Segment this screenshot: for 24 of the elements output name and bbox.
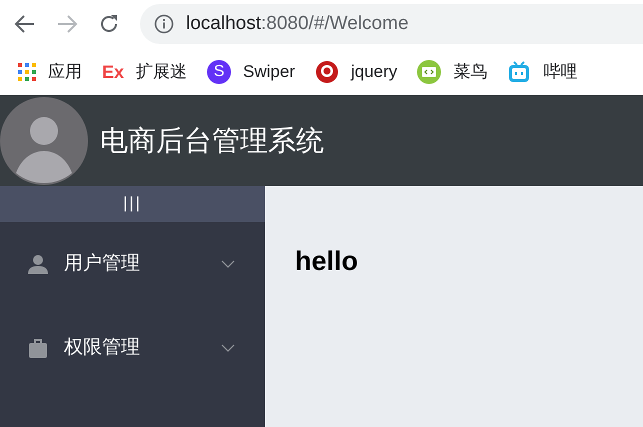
menu-item[interactable]: 用户管理 <box>0 222 265 306</box>
ring-logo-icon <box>315 60 339 84</box>
address-bar[interactable]: localhost:8080/#/Welcome <box>140 4 643 44</box>
info-icon <box>154 14 174 34</box>
logo-icon: Ex <box>102 62 124 80</box>
page-heading: hello <box>295 248 360 275</box>
logo-icon: S <box>207 60 232 84</box>
reload-icon[interactable] <box>98 13 120 35</box>
bookmark-item[interactable]: S Swiper <box>207 56 295 86</box>
menu-item[interactable]: 权限管理 <box>0 306 265 390</box>
back-icon[interactable] <box>14 13 36 35</box>
bag-icon <box>29 338 47 358</box>
tv-logo-icon <box>507 60 532 84</box>
bookmark-item[interactable]: Ex 扩展迷 <box>102 56 188 86</box>
apps-grid-icon <box>18 62 36 80</box>
bookmark-item[interactable]: jquery <box>315 56 398 86</box>
collapse-toggle[interactable]: ||| <box>0 186 265 222</box>
url-text: localhost:8080/#/Welcome <box>186 12 409 36</box>
app-title: 电商后台管理系统 <box>100 124 324 158</box>
bookmark-item[interactable]: 哔哩 <box>507 56 578 86</box>
bookmark-item[interactable]: 应用 <box>18 56 82 86</box>
user-icon <box>27 253 49 275</box>
bookmark-item[interactable]: 菜鸟 <box>417 56 488 86</box>
code-logo-icon <box>417 60 442 84</box>
